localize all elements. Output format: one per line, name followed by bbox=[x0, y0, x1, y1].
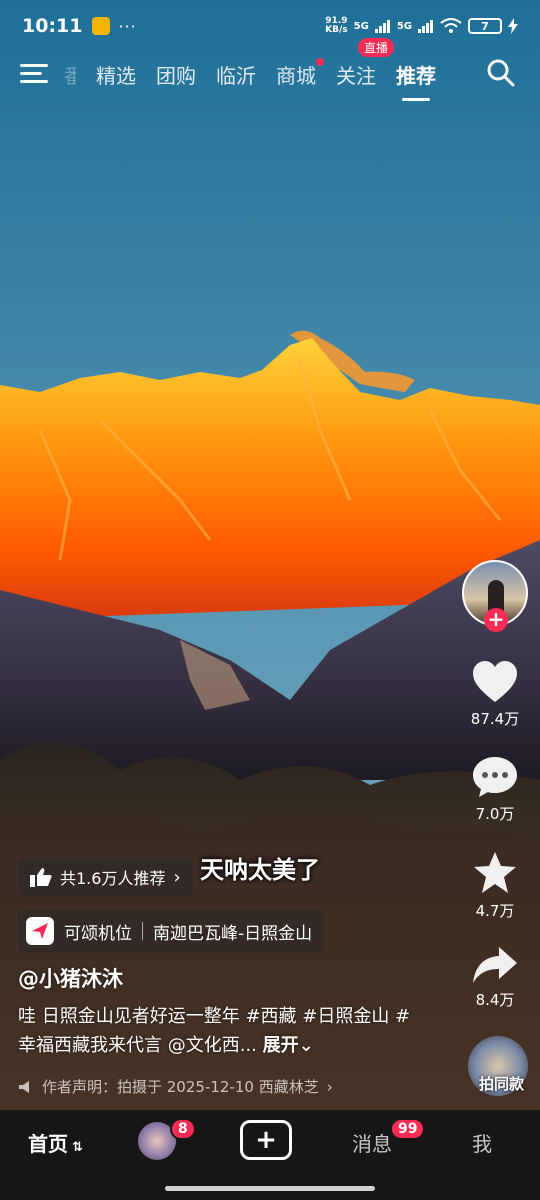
thumbs-up-icon bbox=[30, 868, 52, 887]
location-divider bbox=[142, 922, 143, 940]
like-button[interactable]: 87.4万 bbox=[460, 660, 530, 729]
author-name[interactable]: @小猪沐沐 bbox=[18, 963, 123, 993]
app-notification-icon bbox=[92, 17, 111, 35]
refresh-arrows-icon: ⇅ bbox=[72, 1140, 83, 1155]
location-prefix: 可颂机位 bbox=[64, 923, 132, 944]
megaphone-icon bbox=[19, 1080, 29, 1093]
wifi-icon bbox=[440, 18, 462, 33]
charging-icon bbox=[508, 18, 518, 34]
bottom-tab-bar: 首页 ⇅ 8 + 消息 99 我 bbox=[0, 1110, 540, 1200]
tab-home[interactable]: 首页 ⇅ bbox=[28, 1128, 83, 1157]
share-count: 8.4万 bbox=[475, 991, 515, 1009]
signal-icon-2: 5G bbox=[396, 20, 412, 32]
location-name: 南迦巴瓦峰-日照金山 bbox=[153, 923, 313, 944]
signal-icon-1: 5G bbox=[353, 20, 369, 32]
video-caption: 天呐太美了 bbox=[200, 856, 320, 884]
author-declaration[interactable]: 作者声明：拍摄于 2025-12-10 西藏林芝 › bbox=[18, 1076, 333, 1097]
comment-icon bbox=[473, 757, 517, 797]
friends-badge: 8 bbox=[170, 1118, 196, 1140]
star-icon bbox=[474, 852, 516, 893]
tab-featured[interactable]: 精选 bbox=[96, 58, 136, 91]
comment-count: 7.0万 bbox=[475, 805, 515, 823]
messages-badge: 99 bbox=[390, 1118, 426, 1140]
signal-bars-icon bbox=[374, 20, 390, 33]
tab-me[interactable]: 我 bbox=[472, 1128, 492, 1157]
home-indicator[interactable] bbox=[165, 1186, 375, 1191]
tab-mall[interactable]: 商城 bbox=[276, 58, 324, 91]
more-notifications-icon: ··· bbox=[118, 16, 137, 36]
expand-button[interactable]: 展开⌄ bbox=[263, 1035, 314, 1056]
menu-icon[interactable] bbox=[20, 62, 48, 84]
battery-icon: 7 bbox=[468, 18, 502, 34]
chevron-right-small-icon: › bbox=[326, 1077, 333, 1096]
signal-bars-icon-2 bbox=[418, 20, 433, 33]
location-pill[interactable]: 可颂机位 南迦巴瓦峰-日照金山 bbox=[18, 910, 325, 952]
like-count: 87.4万 bbox=[470, 710, 520, 728]
tab-following[interactable]: 关注 直播 bbox=[336, 38, 395, 91]
follow-button[interactable]: + bbox=[484, 608, 508, 632]
location-pin-icon bbox=[26, 917, 54, 945]
create-button[interactable]: + bbox=[240, 1120, 292, 1160]
recommend-text: 共1.6万人推荐 bbox=[60, 869, 166, 888]
network-speed: 91.9 KB/s bbox=[325, 16, 348, 35]
feed-tabs: 番 精选 团购 临沂 商城 关注 直播 推荐 bbox=[64, 38, 436, 101]
chevron-right-icon: › bbox=[173, 866, 181, 888]
tab-messages[interactable]: 消息 bbox=[352, 1128, 392, 1157]
recommend-pill[interactable]: 共1.6万人推荐 › bbox=[18, 858, 193, 896]
status-time: 10:11 bbox=[22, 15, 83, 37]
top-nav: 番 精选 团购 临沂 商城 关注 直播 推荐 bbox=[0, 38, 540, 101]
live-badge: 直播 bbox=[358, 38, 395, 57]
share-icon bbox=[473, 947, 517, 983]
search-icon[interactable] bbox=[486, 58, 516, 88]
comment-button[interactable]: 7.0万 bbox=[460, 755, 530, 824]
tab-group-buy[interactable]: 团购 bbox=[156, 58, 196, 91]
favorite-button[interactable]: 4.7万 bbox=[460, 850, 530, 921]
status-bar: 10:11 ··· 91.9 KB/s 5G 5G 7 bbox=[0, 0, 540, 52]
tab-recommended[interactable]: 推荐 bbox=[396, 58, 436, 101]
heart-icon bbox=[473, 661, 517, 702]
tab-hidden[interactable]: 番 bbox=[64, 58, 76, 91]
favorite-count: 4.7万 bbox=[475, 902, 515, 920]
tab-local[interactable]: 临沂 bbox=[216, 58, 256, 91]
same-style-button[interactable]: 拍同款 bbox=[479, 1073, 524, 1094]
video-description[interactable]: 哇 日照金山见者好运一整年 #西藏 #日照金山 #幸福西藏我来代言 @文化西..… bbox=[18, 1002, 428, 1060]
share-button[interactable]: 8.4万 bbox=[460, 945, 530, 1010]
mall-red-dot bbox=[316, 58, 324, 66]
